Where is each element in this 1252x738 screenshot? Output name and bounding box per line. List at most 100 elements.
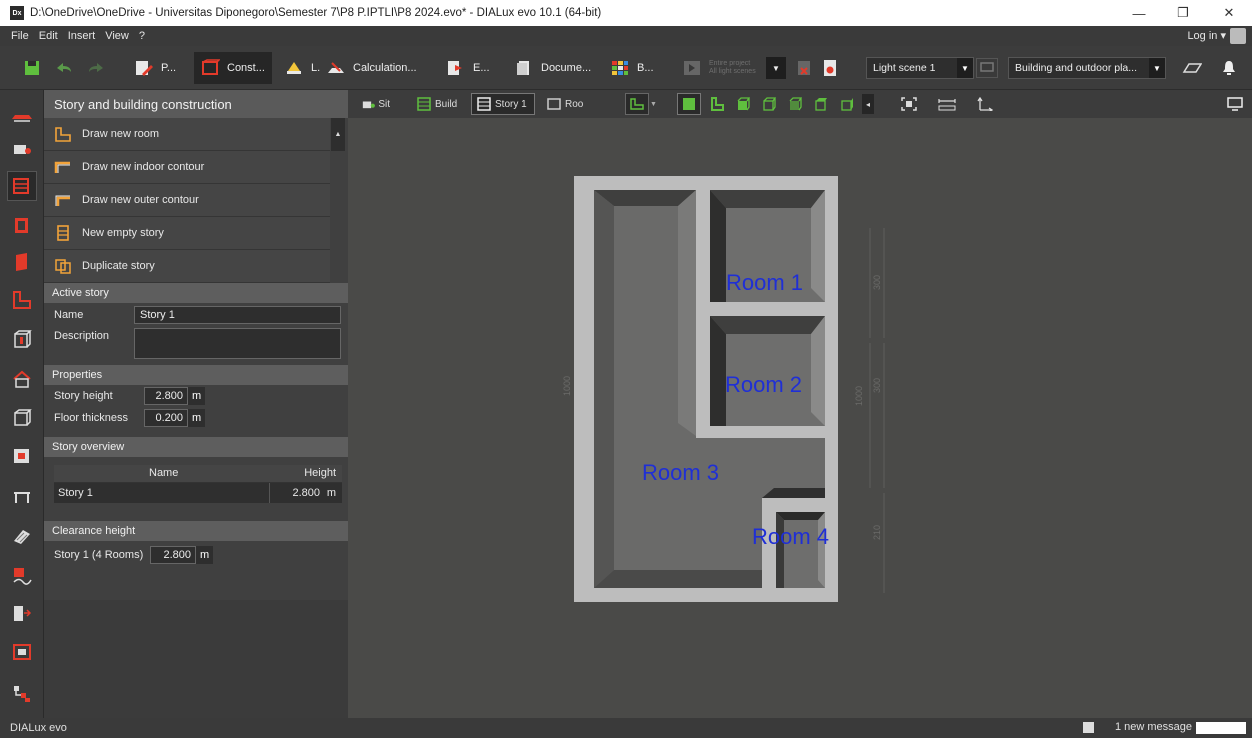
view-cube-1-button[interactable] bbox=[732, 94, 754, 114]
clearance-height-header: Clearance height bbox=[44, 521, 348, 541]
door-tool-button[interactable] bbox=[8, 600, 36, 628]
cancel-calculation-button[interactable] bbox=[794, 52, 821, 84]
view-mode-select[interactable]: Building and outdoor pla... ▼ bbox=[1008, 57, 1166, 79]
draw-indoor-contour-button[interactable]: Draw new indoor contour bbox=[44, 151, 330, 184]
room-1-label[interactable]: Room 1 bbox=[726, 270, 803, 295]
hierarchy-tool-button[interactable] bbox=[8, 680, 36, 708]
draw-outer-contour-button[interactable]: Draw new outer contour bbox=[44, 184, 330, 217]
story-height-input[interactable]: 2.800 bbox=[144, 387, 188, 405]
menu-file[interactable]: File bbox=[6, 30, 34, 42]
floor-plan-button[interactable] bbox=[1182, 52, 1209, 84]
overview-table-header: Name Height bbox=[54, 465, 342, 483]
wall-tool-button[interactable] bbox=[8, 248, 36, 276]
story-description-input[interactable] bbox=[134, 328, 341, 359]
furniture-tool-button[interactable] bbox=[8, 482, 36, 510]
ceiling-tool-button[interactable] bbox=[8, 404, 36, 432]
view-cube-2-button[interactable] bbox=[758, 94, 780, 114]
house-icon bbox=[13, 370, 31, 388]
view-collapse-button[interactable]: ◂ bbox=[862, 94, 874, 114]
calculation-scope-button[interactable]: Entire project All light scenes bbox=[682, 52, 756, 84]
draw-new-room-button[interactable]: Draw new room bbox=[44, 118, 330, 151]
room-2-label[interactable]: Room 2 bbox=[725, 372, 802, 397]
login-button[interactable]: Log in ▾ bbox=[1187, 29, 1226, 42]
view-floor-button[interactable] bbox=[706, 94, 728, 114]
menu-edit[interactable]: Edit bbox=[34, 30, 63, 42]
view-cube-3-button[interactable] bbox=[784, 94, 806, 114]
fullscreen-button[interactable] bbox=[1224, 94, 1246, 114]
new-empty-story-button[interactable]: New empty story bbox=[44, 217, 330, 250]
view-cube-5-button[interactable] bbox=[836, 94, 858, 114]
mode-project-button[interactable]: P... bbox=[134, 52, 176, 84]
clearance-label: Story 1 (4 Rooms) bbox=[54, 549, 144, 561]
mode-documentation-button[interactable]: Docume... bbox=[514, 52, 591, 84]
redo-button[interactable] bbox=[86, 52, 113, 84]
cube-icon bbox=[14, 330, 32, 348]
texture-tool-button[interactable] bbox=[8, 562, 36, 590]
undo-button[interactable] bbox=[54, 52, 81, 84]
selection-mode-dropdown[interactable]: ▼ bbox=[650, 94, 660, 114]
mode-construction-button[interactable]: Const... bbox=[194, 52, 272, 84]
row-story-name: Story 1 bbox=[58, 487, 93, 499]
menu-insert[interactable]: Insert bbox=[63, 30, 101, 42]
new-message-link[interactable]: 1 new message bbox=[1115, 721, 1192, 733]
draw-room-tool-button[interactable] bbox=[8, 286, 36, 314]
view-cube-4-button[interactable] bbox=[810, 94, 832, 114]
tab-building[interactable]: Build bbox=[412, 94, 458, 114]
selection-mode-button[interactable] bbox=[625, 93, 649, 115]
menu-help[interactable]: ? bbox=[134, 30, 150, 42]
scope-dropdown-arrow[interactable]: ▼ bbox=[766, 57, 786, 79]
calc-settings-button[interactable] bbox=[820, 52, 847, 84]
tab-room[interactable]: Roo bbox=[542, 94, 588, 114]
mode-export-button[interactable]: E... bbox=[446, 52, 490, 84]
story-tool-button[interactable] bbox=[7, 171, 37, 201]
redo-icon bbox=[89, 63, 103, 72]
minimize-button[interactable]: — bbox=[1116, 0, 1162, 26]
solid-cube-icon bbox=[683, 98, 695, 110]
roof-tool-button[interactable] bbox=[8, 326, 36, 354]
avatar[interactable] bbox=[1230, 28, 1246, 44]
draw-room-icon bbox=[13, 291, 31, 309]
object-tool-button[interactable] bbox=[8, 442, 36, 470]
panel-title: Story and building construction bbox=[44, 90, 348, 118]
room-3-wall-right bbox=[678, 190, 696, 436]
tab-story[interactable]: Story 1 bbox=[471, 93, 535, 115]
save-button[interactable] bbox=[22, 52, 49, 84]
story-icon bbox=[477, 97, 491, 111]
mode-calculation-button[interactable]: Calculation... bbox=[326, 52, 417, 84]
zoom-extents-button[interactable] bbox=[898, 94, 920, 114]
monitor-icon bbox=[1227, 97, 1243, 111]
building-tool-button[interactable] bbox=[8, 134, 36, 162]
coordinate-button[interactable] bbox=[974, 94, 996, 114]
notifications-button[interactable] bbox=[1222, 52, 1236, 84]
opening-tool-button[interactable] bbox=[8, 366, 36, 394]
material-tool-button[interactable] bbox=[8, 522, 36, 550]
close-button[interactable]: ✕ bbox=[1206, 0, 1252, 26]
light-scene-select[interactable]: Light scene 1 ▼ bbox=[866, 57, 974, 79]
menu-view[interactable]: View bbox=[100, 30, 134, 42]
room-4-label[interactable]: Room 4 bbox=[752, 524, 829, 549]
clearance-height-input[interactable]: 2.800 bbox=[150, 546, 196, 564]
scope-line-1: Entire project bbox=[709, 60, 751, 67]
room-tool-button[interactable] bbox=[8, 212, 36, 240]
tab-site-label: Sit bbox=[378, 98, 390, 110]
floor-thickness-input[interactable]: 0.200 bbox=[144, 409, 188, 427]
site-tool-button[interactable] bbox=[8, 102, 36, 130]
mode-light-button[interactable]: L. bbox=[284, 52, 320, 84]
measure-button[interactable] bbox=[934, 94, 960, 114]
export-icon bbox=[448, 61, 462, 75]
table-row[interactable]: Story 1 2.800 m bbox=[54, 483, 342, 503]
tab-site[interactable]: Sit bbox=[358, 94, 390, 114]
draw-outer-contour-label: Draw new outer contour bbox=[82, 194, 199, 206]
cube-top-icon bbox=[815, 98, 827, 111]
view-solid-button[interactable] bbox=[677, 93, 701, 115]
light-scene-edit-button[interactable] bbox=[976, 58, 998, 78]
story-name-input[interactable]: Story 1 bbox=[134, 306, 341, 324]
restore-button[interactable]: ❐ bbox=[1160, 0, 1206, 26]
mode-bim-button[interactable]: B... bbox=[610, 52, 654, 84]
duplicate-story-button[interactable]: Duplicate story bbox=[44, 250, 330, 283]
tab-building-label: Build bbox=[435, 98, 458, 110]
tools-collapse-button[interactable]: ▲ bbox=[331, 118, 345, 151]
window-tool-button[interactable] bbox=[8, 638, 36, 666]
3d-viewport[interactable]: 1000 300 1000 300 210 Room 1 Room 2 Room… bbox=[348, 118, 1252, 718]
room-3-label[interactable]: Room 3 bbox=[642, 460, 719, 485]
